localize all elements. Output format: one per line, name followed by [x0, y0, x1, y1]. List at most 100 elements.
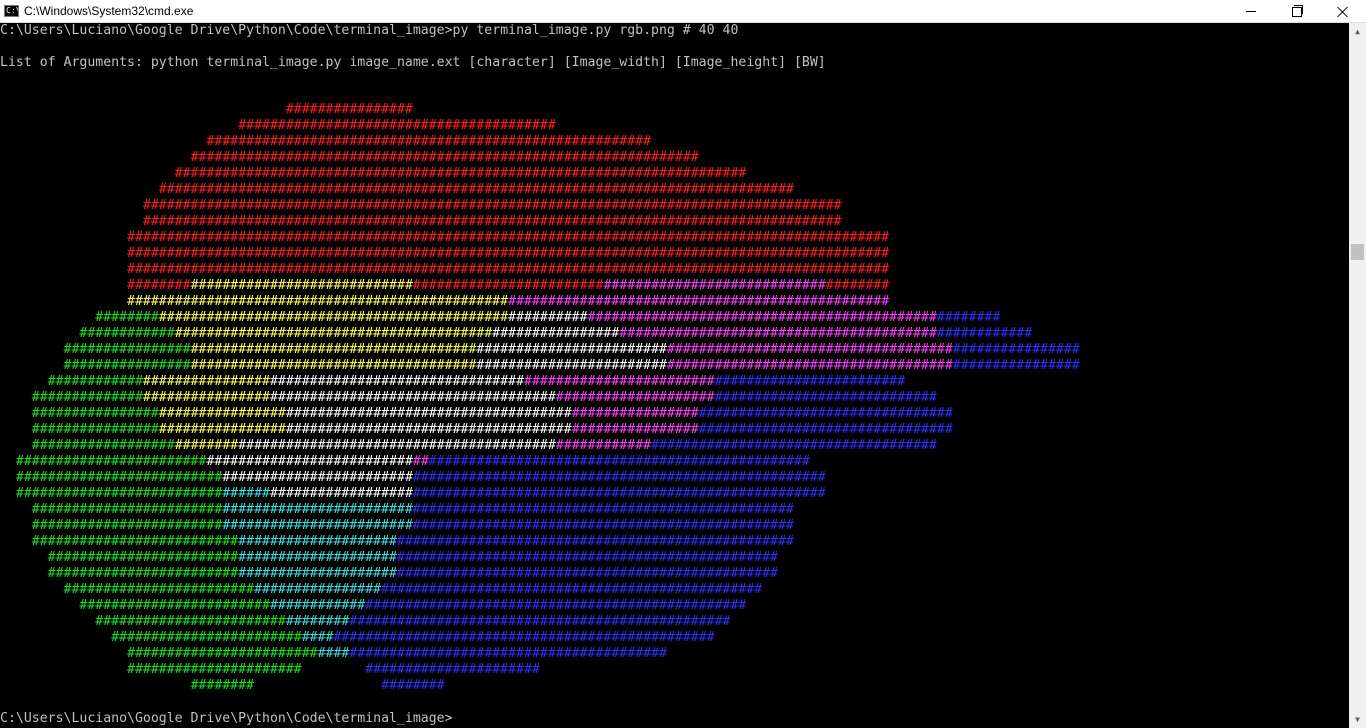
art-segment: ########################################…: [206, 134, 652, 149]
art-segment: ############################: [603, 278, 826, 293]
art-spacer: [0, 198, 143, 213]
restore-button[interactable]: [1274, 0, 1320, 23]
art-spacer: [0, 438, 32, 453]
art-segment: ########################################…: [397, 566, 779, 581]
art-spacer: [0, 262, 127, 277]
art-spacer: [0, 662, 127, 677]
art-segment: ########################################: [174, 326, 493, 341]
art-segment: ########: [127, 278, 191, 293]
art-segment: ####################################: [190, 358, 477, 373]
art-spacer: [0, 182, 159, 197]
art-row: ###################### #################…: [0, 662, 1080, 678]
minimize-button[interactable]: [1228, 0, 1274, 23]
art-spacer: [254, 678, 381, 693]
art-segment: ################: [254, 582, 382, 597]
art-row: ########################################…: [0, 278, 1080, 294]
art-segment: ##########################: [206, 454, 413, 469]
art-segment: ########################################…: [333, 630, 715, 645]
close-button[interactable]: [1320, 0, 1366, 23]
art-segment: ########################################…: [174, 166, 747, 181]
art-segment: ########: [174, 438, 239, 453]
art-segment: ########################################…: [365, 598, 747, 613]
art-row: ########################################…: [0, 198, 1080, 214]
art-row: ########################################…: [0, 470, 1080, 486]
art-segment: ####################: [238, 534, 397, 549]
window-title-bar[interactable]: C:\ C:\Windows\System32\cmd.exe: [0, 0, 1366, 23]
art-segment: ########################################…: [158, 310, 509, 325]
scroll-down-icon[interactable]: ▼: [1349, 711, 1366, 728]
art-segment: ########################################…: [127, 246, 890, 261]
art-segment: ########################################…: [142, 198, 842, 213]
art-row: ########################################…: [0, 310, 1080, 326]
art-segment: ########################: [95, 614, 286, 629]
art-spacer: [0, 342, 64, 357]
art-segment: ########: [936, 310, 1001, 325]
art-segment: ################: [63, 342, 191, 357]
art-segment: ####################################: [651, 438, 937, 453]
art-spacer: [302, 662, 366, 677]
art-spacer: [0, 502, 32, 517]
art-segment: ####################: [238, 566, 397, 581]
art-spacer: [0, 518, 32, 533]
art-segment: ########################################…: [508, 294, 890, 309]
art-row: ########################################…: [0, 230, 1080, 246]
art-spacer: [0, 246, 127, 261]
art-spacer: [0, 278, 127, 293]
vertical-scrollbar[interactable]: ▲ ▼: [1349, 23, 1366, 728]
art-spacer: [0, 118, 238, 133]
command-prompt[interactable]: C:\Users\Luciano\Google Drive\Python\Cod…: [0, 711, 453, 727]
art-spacer: [0, 454, 16, 469]
art-segment: ########################################…: [412, 518, 794, 533]
art-segment: ########################################…: [412, 502, 794, 517]
art-segment: ####################################: [269, 390, 556, 405]
art-row: ########################################…: [0, 630, 1080, 646]
art-spacer: [0, 310, 95, 325]
art-row: ########################################…: [0, 550, 1080, 566]
art-segment: ####################################: [285, 422, 572, 437]
art-segment: ####################################: [666, 342, 953, 357]
art-segment: ######################: [365, 662, 540, 677]
art-row: ########################################…: [0, 646, 1080, 662]
art-segment: ####################################: [285, 406, 572, 421]
art-segment: ########################################…: [127, 262, 890, 277]
art-segment: ########################################…: [412, 486, 826, 501]
art-segment: ########: [381, 678, 445, 693]
art-segment: ############################: [190, 278, 413, 293]
art-segment: ############: [555, 438, 652, 453]
art-spacer: [0, 422, 32, 437]
art-segment: ################: [571, 422, 699, 437]
art-row: ########################################…: [0, 214, 1080, 230]
minimize-icon: [1246, 11, 1256, 12]
console-output[interactable]: C:\Users\Luciano\Google Drive\Python\Cod…: [0, 23, 1349, 728]
art-segment: ################: [492, 326, 620, 341]
art-segment: ##############: [31, 390, 143, 405]
art-spacer: [0, 358, 64, 373]
art-segment: ########################################…: [381, 582, 763, 597]
scrollbar-thumb[interactable]: [1351, 244, 1364, 260]
art-segment: ########################: [412, 278, 604, 293]
art-segment: ################: [285, 102, 413, 117]
art-segment: ####: [301, 630, 334, 645]
art-segment: ########: [95, 310, 159, 325]
art-segment: ########################: [714, 374, 906, 389]
art-segment: ########################: [31, 518, 223, 533]
art-row: ########################################…: [0, 486, 1080, 502]
art-row: ########################################…: [0, 406, 1080, 422]
scroll-up-icon[interactable]: ▲: [1349, 23, 1366, 40]
art-segment: ##: [412, 454, 429, 469]
art-spacer: [0, 230, 127, 245]
art-spacer: [0, 614, 95, 629]
art-segment: ########################################: [238, 438, 556, 453]
art-row: ########################################…: [0, 150, 1080, 166]
art-segment: ################: [571, 406, 699, 421]
art-spacer: [0, 102, 286, 117]
art-segment: ##################: [31, 438, 175, 453]
art-segment: ########################################…: [127, 230, 890, 245]
art-segment: ########################################: [349, 646, 667, 661]
art-row: ########################################…: [0, 342, 1080, 358]
art-segment: ################: [142, 374, 270, 389]
art-segment: ################: [63, 358, 191, 373]
art-segment: ############: [79, 326, 175, 341]
art-segment: ########################################…: [349, 614, 731, 629]
art-spacer: [0, 486, 16, 501]
